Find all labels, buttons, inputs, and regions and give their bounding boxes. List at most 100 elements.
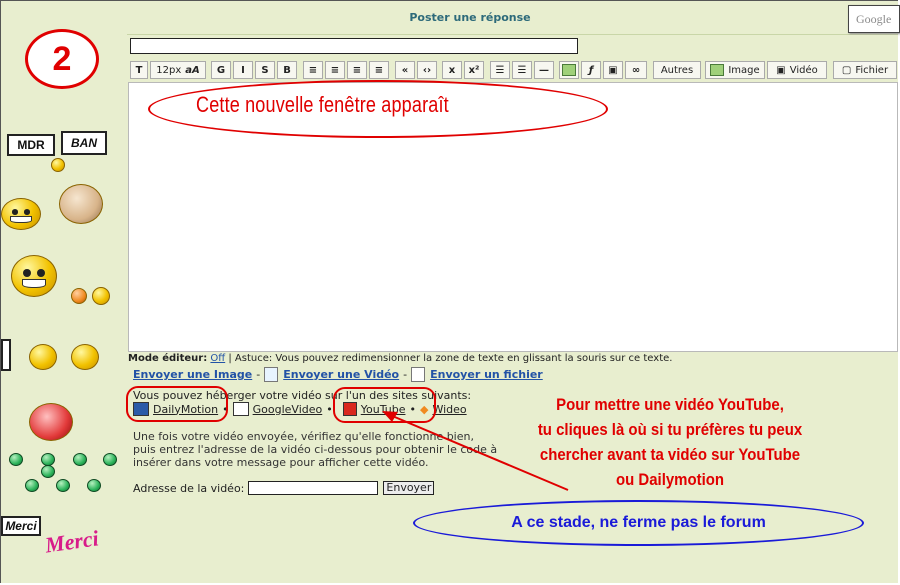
editor-mode-off-link[interactable]: Off xyxy=(210,353,225,364)
smiley-sidebar: 2 MDR BAN Merci Merci xyxy=(1,1,127,583)
video-address-label: Adresse de la vidéo: xyxy=(133,481,245,495)
mallet-smiley-icon[interactable] xyxy=(29,344,57,370)
green-smiley-icon[interactable] xyxy=(25,479,39,492)
keep-forum-open-annotation: A ce stade, ne ferme pas le forum xyxy=(413,500,864,546)
align-left-icon[interactable]: ≡ xyxy=(303,61,323,79)
send-button[interactable]: Envoyer xyxy=(383,481,435,495)
image-button[interactable]: Image xyxy=(705,61,765,79)
host-separator: • xyxy=(326,402,333,416)
file-upload-icon xyxy=(411,367,426,382)
wideo-link[interactable]: Wideo xyxy=(432,403,466,416)
youtube-highlight xyxy=(333,387,436,423)
green-smiley-icon[interactable] xyxy=(56,479,70,492)
editor-mode-tip: Mode éditeur: Off | Astuce: Vous pouvez … xyxy=(128,353,672,364)
keep-forum-open-text: A ce stade, ne ferme pas le forum xyxy=(511,514,766,531)
smiley-eye xyxy=(23,208,31,215)
upload-image-link[interactable]: Envoyer une Image xyxy=(133,368,252,381)
bullet-list-icon[interactable]: ☰ xyxy=(490,61,510,79)
youtube-annotation: Pour mettre une vidéo YouTube, tu clique… xyxy=(498,392,841,492)
google-video-link[interactable]: GoogleVideo xyxy=(253,403,323,416)
mdr-sign-smiley[interactable]: MDR xyxy=(7,134,55,156)
step-number-badge: 2 xyxy=(25,29,99,89)
green-smiley-icon[interactable] xyxy=(103,453,117,466)
green-smiley-icon[interactable] xyxy=(73,453,87,466)
video-clip-icon[interactable]: ▣ xyxy=(603,61,623,79)
picture-glyph xyxy=(562,64,576,76)
video-address-row: Adresse de la vidéo: Envoyer xyxy=(133,481,435,495)
text-color-icon[interactable]: T xyxy=(130,61,148,79)
font-case-label: aA xyxy=(185,64,200,76)
smiley-eye xyxy=(11,208,19,215)
resize-tip-text: | Astuce: Vous pouvez redimensionner la … xyxy=(228,353,673,364)
font-size-value: 12px xyxy=(156,64,182,76)
instruction-line: insérer dans votre message pour afficher… xyxy=(133,456,429,469)
font-size-select[interactable]: 12px aA xyxy=(150,61,206,79)
link-icon[interactable]: ∞ xyxy=(625,61,647,79)
video-button-label: Vidéo xyxy=(789,64,818,76)
page-title: Poster une réponse xyxy=(409,11,531,24)
smiley-mouth xyxy=(10,216,32,223)
merci-sign-smiley[interactable]: Merci xyxy=(1,516,41,536)
green-smiley-icon[interactable] xyxy=(87,479,101,492)
subscript-button[interactable]: x xyxy=(442,61,462,79)
video-upload-icon xyxy=(264,367,279,382)
instruction-line: puis entrez l'adresse de la vidéo ci-des… xyxy=(133,443,498,456)
justify-icon[interactable]: ≡ xyxy=(369,61,389,79)
youtube-annotation-line: ou Dailymotion xyxy=(615,470,725,489)
horizontal-rule-icon[interactable]: — xyxy=(534,61,554,79)
cat-smiley-icon[interactable] xyxy=(59,184,103,224)
file-icon: ▢ xyxy=(841,64,852,76)
code-button[interactable]: ‹› xyxy=(417,61,437,79)
youtube-annotation-line: Pour mettre une vidéo YouTube, xyxy=(556,395,784,414)
google-search-logo[interactable]: Google xyxy=(848,5,900,33)
align-center-icon[interactable]: ≡ xyxy=(325,61,345,79)
exclaim-smiley-icon[interactable] xyxy=(92,287,110,305)
google-video-icon xyxy=(232,402,249,416)
video-instructions: Une fois votre vidéo envoyée, vérifiez q… xyxy=(133,430,497,469)
link-separator: - xyxy=(256,368,261,381)
smiley-eye xyxy=(36,268,45,277)
strike-button[interactable]: S xyxy=(255,61,275,79)
picture-icon[interactable] xyxy=(559,61,579,79)
align-right-icon[interactable]: ≡ xyxy=(347,61,367,79)
image-icon xyxy=(710,64,725,76)
numbered-list-icon[interactable]: ☰ xyxy=(512,61,532,79)
italic-button[interactable]: I xyxy=(233,61,253,79)
small-smiley-icon[interactable] xyxy=(51,158,65,172)
new-window-annotation: Cette nouvelle fenêtre apparaît xyxy=(196,92,449,117)
file-button-label: Fichier xyxy=(855,64,889,76)
video-icon: ▣ xyxy=(776,64,786,76)
laughing-smiley-icon[interactable] xyxy=(11,255,57,297)
dailymotion-highlight xyxy=(126,386,228,422)
mallet-smiley-icon-2[interactable] xyxy=(71,344,99,370)
green-smiley-icon[interactable] xyxy=(41,465,55,478)
b-button[interactable]: B xyxy=(277,61,297,79)
smiley-mouth xyxy=(21,279,47,288)
quote-button[interactable]: « xyxy=(395,61,415,79)
bold-button[interactable]: G xyxy=(211,61,231,79)
instruction-line: Une fois votre vidéo envoyée, vérifiez q… xyxy=(133,430,474,443)
upload-file-link[interactable]: Envoyer un fichier xyxy=(430,368,543,381)
green-smiley-icon[interactable] xyxy=(9,453,23,466)
blush-smiley-icon[interactable] xyxy=(71,288,87,304)
image-button-label: Image xyxy=(728,64,760,76)
video-address-input[interactable] xyxy=(248,481,379,495)
youtube-annotation-line: chercher avant ta vidéo sur YouTube xyxy=(539,445,801,464)
upload-video-link[interactable]: Envoyer une Vidéo xyxy=(283,368,399,381)
editor-mode-label: Mode éditeur: xyxy=(128,353,208,364)
upload-links: Envoyer une Image - Envoyer une Vidéo - … xyxy=(133,367,543,382)
file-button[interactable]: ▢ Fichier xyxy=(833,61,897,79)
link-separator: - xyxy=(403,368,408,381)
crazy-smiley-icon[interactable] xyxy=(29,403,73,441)
subject-input[interactable] xyxy=(130,38,578,54)
ban-sign-smiley[interactable]: BAN xyxy=(61,131,107,155)
merci-logo[interactable]: Merci xyxy=(43,525,100,558)
superscript-button[interactable]: x² xyxy=(464,61,484,79)
flash-icon[interactable]: ƒ xyxy=(581,61,601,79)
grin-smiley-icon[interactable] xyxy=(1,198,41,230)
others-button[interactable]: Autres xyxy=(653,61,701,79)
youtube-annotation-line: tu cliques là où si tu préfères tu peux xyxy=(537,420,803,439)
partial-smiley-icon[interactable] xyxy=(1,339,11,371)
video-button[interactable]: ▣ Vidéo xyxy=(767,61,827,79)
smiley-eye xyxy=(23,268,32,277)
